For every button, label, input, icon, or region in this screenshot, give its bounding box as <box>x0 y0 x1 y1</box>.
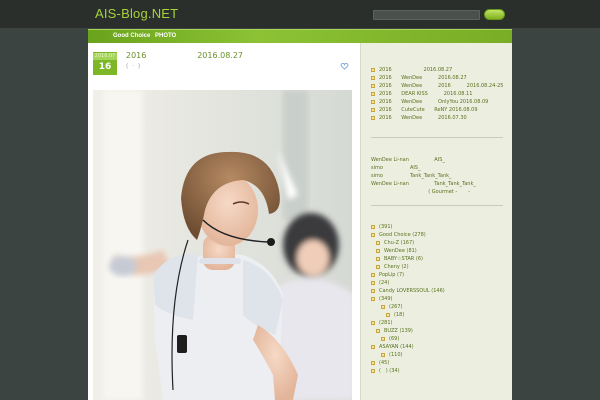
recent-comments-list: WenDee Li-nan AIS_ simo AIS_ simo Tank_T… <box>371 156 511 196</box>
folder-icon <box>371 361 375 365</box>
category-item[interactable]: (18) <box>386 311 511 319</box>
recent-post-link[interactable]: 2016 WenDee 2016 2016.08.24-25 <box>371 82 511 90</box>
date-day: 16 <box>98 62 112 72</box>
sidebar: 2016 2016.08.27 2016 WenDee 2016.08.27 2… <box>360 43 512 400</box>
site-header: AIS-Blog.NET <box>0 0 600 28</box>
folder-icon <box>381 305 385 309</box>
recent-post-link[interactable]: 2016 CuteCute ReNY 2016.08.09 <box>371 106 511 114</box>
folder-icon <box>371 345 375 349</box>
category-item[interactable]: WenDee (81) <box>376 247 511 255</box>
nav-item-photo[interactable]: PHOTO <box>155 33 176 39</box>
category-item[interactable]: Cheny (2) <box>376 263 511 271</box>
category-item[interactable]: (69) <box>381 335 511 343</box>
folder-icon <box>376 265 380 269</box>
comment-link[interactable]: WenDee Li-nan Tank_Tank_Tank_ <box>371 180 511 188</box>
folder-icon <box>371 108 375 112</box>
category-item[interactable]: Candy LOVERSSOUL (146) <box>371 287 511 295</box>
recent-post-link[interactable]: 2016 2016.08.27 <box>371 66 511 74</box>
category-item[interactable]: (281) <box>371 319 511 327</box>
category-item[interactable]: ( ) (34) <box>371 367 511 375</box>
folder-icon <box>371 369 375 373</box>
folder-icon <box>381 353 385 357</box>
folder-icon <box>371 289 375 293</box>
category-item[interactable]: ASAYAN (144) <box>371 343 511 351</box>
category-item[interactable]: BABY☆STAR (6) <box>376 255 511 263</box>
folder-icon <box>376 241 380 245</box>
folder-icon <box>371 76 375 80</box>
category-item[interactable]: BUZZ (139) <box>376 327 511 335</box>
category-item[interactable]: (349) <box>371 295 511 303</box>
category-item[interactable]: Chu-Z (167) <box>376 239 511 247</box>
category-item[interactable]: (391) <box>371 223 511 231</box>
recent-posts-list: 2016 2016.08.27 2016 WenDee 2016.08.27 2… <box>371 66 511 122</box>
folder-icon <box>386 313 390 317</box>
folder-icon <box>371 92 375 96</box>
post-content: 2016.07 16 2016 2016.08.27 ( · ) <box>88 43 360 400</box>
folder-icon <box>371 68 375 72</box>
recent-post-link[interactable]: 2016 DEAR KISS 2016.08.11 <box>371 90 511 98</box>
category-item[interactable]: PopLip (7) <box>371 271 511 279</box>
folder-icon <box>371 116 375 120</box>
folder-icon <box>376 329 380 333</box>
recent-post-link[interactable]: 2016 WenDee 2016.07.30 <box>371 114 511 122</box>
folder-icon <box>371 281 375 285</box>
folder-icon <box>371 321 375 325</box>
comment-link[interactable]: WenDee Li-nan AIS_ <box>371 156 511 164</box>
recent-post-link[interactable]: 2016 WenDee 2016.08.27 <box>371 74 511 82</box>
folder-icon <box>371 233 375 237</box>
main-nav: Good Choice PHOTO <box>88 29 512 43</box>
post-meta: ( · ) <box>126 63 141 70</box>
search-button[interactable] <box>484 9 505 20</box>
categories-list: (391) Good Choice (278) Chu-Z (167) WenDee … <box>371 223 511 375</box>
folder-icon <box>371 273 375 277</box>
nav-item-good-choice[interactable]: Good Choice <box>113 33 150 39</box>
search-input[interactable] <box>373 10 480 20</box>
category-item[interactable]: (267) <box>381 303 511 311</box>
divider <box>371 137 503 138</box>
post-title[interactable]: 2016 2016.08.27 <box>126 51 326 60</box>
folder-icon <box>371 225 375 229</box>
folder-icon <box>381 337 385 341</box>
folder-icon <box>376 249 380 253</box>
post-photo <box>93 90 352 400</box>
folder-icon <box>371 100 375 104</box>
recent-post-link[interactable]: 2016 WenDee OnlyYou 2016.08.09 <box>371 98 511 106</box>
comment-link[interactable]: simo AIS_ <box>371 164 511 172</box>
folder-icon <box>376 257 380 261</box>
date-badge: 2016.07 16 <box>93 52 117 75</box>
folder-icon <box>371 84 375 88</box>
category-item[interactable]: Good Choice (278) <box>371 231 511 239</box>
folder-icon <box>371 297 375 301</box>
category-item[interactable]: (45) <box>371 359 511 367</box>
heart-icon[interactable] <box>340 63 349 70</box>
comment-link[interactable]: ( Gourmet - - <box>371 188 511 196</box>
divider <box>371 205 503 206</box>
category-item[interactable]: (110) <box>381 351 511 359</box>
comment-link[interactable]: simo Tank_Tank_Tank_ <box>371 172 511 180</box>
category-item[interactable]: (24) <box>371 279 511 287</box>
date-month: 2016.07 <box>93 53 117 60</box>
site-title[interactable]: AIS-Blog.NET <box>95 6 178 21</box>
